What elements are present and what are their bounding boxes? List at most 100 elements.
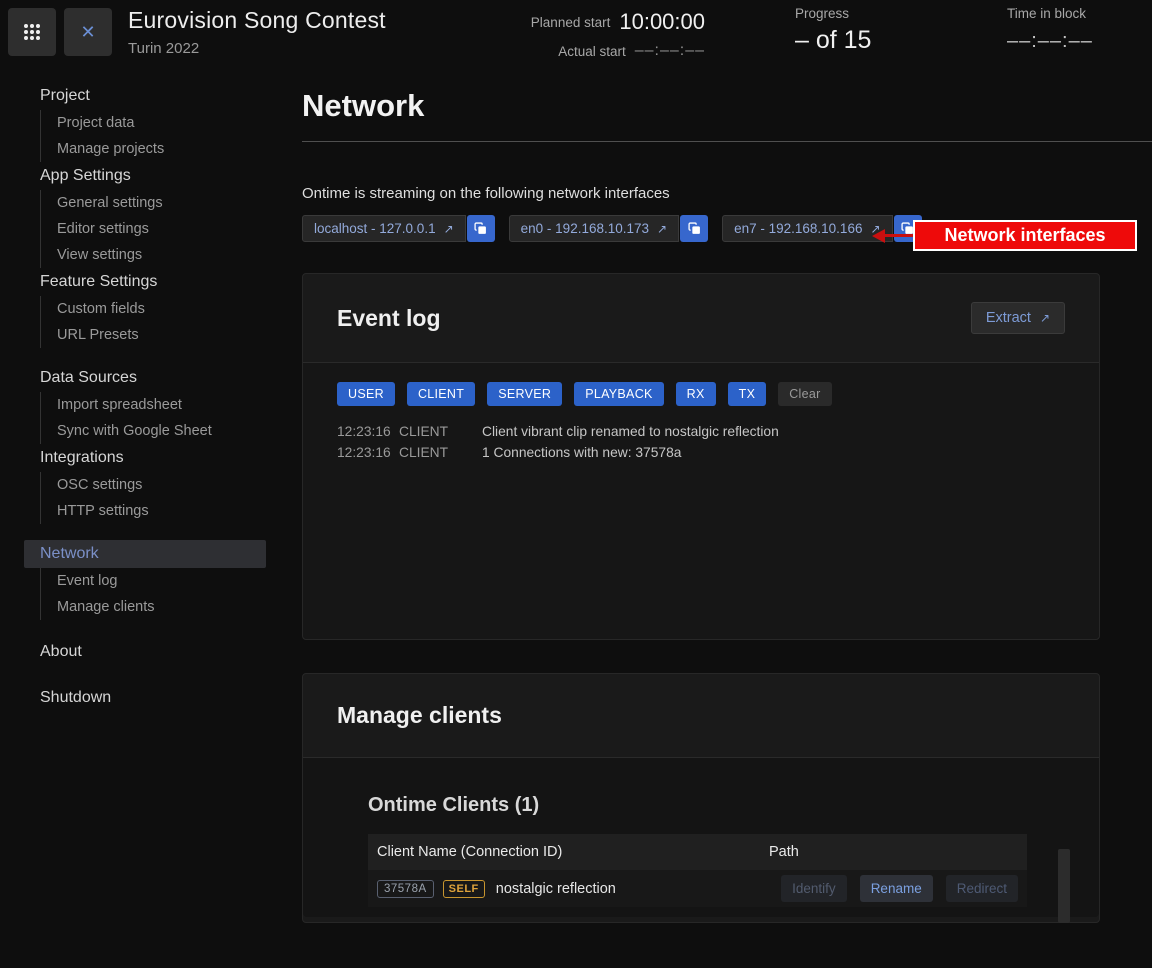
client-name: nostalgic reflection <box>496 881 616 897</box>
sidebar-section-feature-settings[interactable]: Feature Settings <box>24 268 266 296</box>
column-client-name: Client Name (Connection ID) <box>377 844 769 860</box>
interface-pill-en7: en7 - 192.168.10.166 ↗ <box>722 215 921 242</box>
network-settings-page: Network Ontime is streaming on the follo… <box>302 88 1152 923</box>
identify-client-button[interactable]: Identify <box>781 875 847 902</box>
sidebar-item-view-settings[interactable]: View settings <box>41 242 290 268</box>
interface-link-en0[interactable]: en0 - 192.168.10.173 ↗ <box>509 215 679 242</box>
interface-label: localhost - 127.0.0.1 <box>314 221 436 236</box>
log-origin: CLIENT <box>399 421 482 442</box>
filter-tag-tx[interactable]: TX <box>728 382 767 406</box>
filter-tag-playback[interactable]: PLAYBACK <box>574 382 663 406</box>
planned-start-label: Planned start <box>531 15 611 30</box>
progress-indicator: Progress – of 15 <box>795 6 871 55</box>
extract-label: Extract <box>986 310 1031 326</box>
filter-tag-rx[interactable]: RX <box>676 382 716 406</box>
external-link-icon: ↗ <box>657 222 667 236</box>
redirect-client-button[interactable]: Redirect <box>946 875 1018 902</box>
sidebar-item-manage-clients[interactable]: Manage clients <box>41 594 290 620</box>
log-entry: 12:23:16 CLIENT Client vibrant clip rena… <box>337 421 1065 442</box>
sidebar-section-network[interactable]: Network <box>24 540 266 568</box>
sidebar-section-shutdown[interactable]: Shutdown <box>24 684 266 712</box>
log-message: Client vibrant clip renamed to nostalgic… <box>482 421 1065 442</box>
progress-label: Progress <box>795 6 871 21</box>
sidebar-item-osc-settings[interactable]: OSC settings <box>41 472 290 498</box>
clients-scrollbar[interactable] <box>1058 849 1070 923</box>
column-path: Path <box>769 844 1018 860</box>
annotation-arrow-line <box>884 234 914 237</box>
interface-pill-localhost: localhost - 127.0.0.1 ↗ <box>302 215 495 242</box>
project-subtitle: Turin 2022 <box>128 40 386 57</box>
interface-link-en7[interactable]: en7 - 192.168.10.166 ↗ <box>722 215 892 242</box>
close-button[interactable]: ✕ <box>64 8 112 56</box>
sidebar-section-app-settings[interactable]: App Settings <box>24 162 266 190</box>
log-time: 12:23:16 <box>337 421 399 442</box>
copy-ip-button[interactable] <box>467 215 495 242</box>
client-row: 37578A SELF nostalgic reflection Identif… <box>368 870 1027 907</box>
copy-icon <box>688 222 701 235</box>
log-entry: 12:23:16 CLIENT 1 Connections with new: … <box>337 442 1065 463</box>
extract-log-button[interactable]: Extract ↗ <box>971 302 1065 334</box>
sidebar-item-import-spreadsheet[interactable]: Import spreadsheet <box>41 392 290 418</box>
connection-id-badge: 37578A <box>377 880 434 898</box>
event-log-title: Event log <box>337 305 441 332</box>
start-times: Planned start 10:00:00 Actual start ––:–… <box>505 9 705 60</box>
settings-sidebar: Project Project data Manage projects App… <box>0 82 290 712</box>
sidebar-item-url-presets[interactable]: URL Presets <box>41 322 290 348</box>
sidebar-section-data-sources[interactable]: Data Sources <box>24 364 266 392</box>
streaming-info-text: Ontime is streaming on the following net… <box>302 185 1152 202</box>
progress-value: – of 15 <box>795 26 871 55</box>
clients-table-header: Client Name (Connection ID) Path <box>368 834 1027 870</box>
event-title: Eurovision Song Contest <box>128 7 386 34</box>
ontime-clients-heading: Ontime Clients (1) <box>368 794 1065 817</box>
log-origin: CLIENT <box>399 442 482 463</box>
sidebar-section-integrations[interactable]: Integrations <box>24 444 266 472</box>
sidebar-item-custom-fields[interactable]: Custom fields <box>41 296 290 322</box>
interface-link-localhost[interactable]: localhost - 127.0.0.1 ↗ <box>302 215 466 242</box>
clients-table: Client Name (Connection ID) Path 37578A … <box>368 834 1027 907</box>
interface-pill-en0: en0 - 192.168.10.173 ↗ <box>509 215 708 242</box>
log-entries: 12:23:16 CLIENT Client vibrant clip rena… <box>337 421 1065 463</box>
time-in-block-indicator: Time in block ––:––:–– <box>1007 6 1093 53</box>
sidebar-item-editor-settings[interactable]: Editor settings <box>41 216 290 242</box>
self-badge: SELF <box>443 880 485 898</box>
copy-icon <box>474 222 487 235</box>
external-link-icon: ↗ <box>1040 311 1050 325</box>
event-log-body: USER CLIENT SERVER PLAYBACK RX TX Clear … <box>303 363 1099 639</box>
filter-tag-server[interactable]: SERVER <box>487 382 562 406</box>
log-time: 12:23:16 <box>337 442 399 463</box>
log-message: 1 Connections with new: 37578a <box>482 442 1065 463</box>
time-in-block-label: Time in block <box>1007 6 1093 21</box>
annotation-label: Network interfaces <box>913 220 1137 251</box>
sidebar-section-project[interactable]: Project <box>24 82 266 110</box>
external-link-icon: ↗ <box>444 222 454 236</box>
client-row-actions: Identify Rename Redirect <box>768 875 1018 902</box>
rename-client-button[interactable]: Rename <box>860 875 933 902</box>
page-title: Network <box>302 88 1152 124</box>
interface-label: en0 - 192.168.10.173 <box>521 221 649 236</box>
sidebar-item-http-settings[interactable]: HTTP settings <box>41 498 290 524</box>
apps-grid-icon <box>22 22 42 42</box>
clients-scrollbar-thumb[interactable] <box>1058 849 1070 923</box>
sidebar-item-general-settings[interactable]: General settings <box>41 190 290 216</box>
interface-label: en7 - 192.168.10.166 <box>734 221 862 236</box>
actual-start-label: Actual start <box>558 44 626 59</box>
sidebar-item-event-log[interactable]: Event log <box>41 568 290 594</box>
sidebar-item-project-data[interactable]: Project data <box>41 110 290 136</box>
title-divider <box>302 141 1152 142</box>
sidebar-item-sync-google-sheet[interactable]: Sync with Google Sheet <box>41 418 290 444</box>
clear-log-button[interactable]: Clear <box>778 382 831 406</box>
sidebar-section-about[interactable]: About <box>24 638 266 666</box>
manage-clients-title: Manage clients <box>337 702 502 729</box>
close-icon: ✕ <box>80 22 95 43</box>
log-filter-row: USER CLIENT SERVER PLAYBACK RX TX Clear <box>337 382 1065 406</box>
apps-menu-button[interactable] <box>8 8 56 56</box>
filter-tag-client[interactable]: CLIENT <box>407 382 475 406</box>
manage-clients-panel: Manage clients Ontime Clients (1) Client… <box>302 673 1100 923</box>
event-log-panel: Event log Extract ↗ USER CLIENT SERVER P… <box>302 273 1100 640</box>
time-in-block-value: ––:––:–– <box>1007 30 1093 53</box>
actual-start-value: ––:––:–– <box>635 42 705 60</box>
sidebar-item-manage-projects[interactable]: Manage projects <box>41 136 290 162</box>
manage-clients-body: Ontime Clients (1) Client Name (Connecti… <box>303 758 1099 917</box>
copy-ip-button[interactable] <box>680 215 708 242</box>
filter-tag-user[interactable]: USER <box>337 382 395 406</box>
